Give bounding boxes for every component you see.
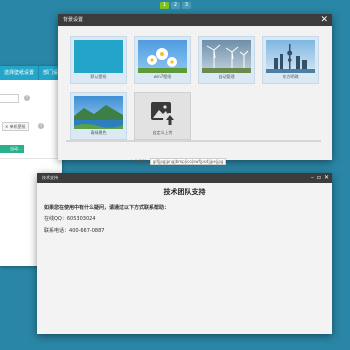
support-intro: 如果您在使用中有什么疑问，请通过以下方式联系帮助：: [44, 204, 169, 211]
wallpaper-tile-wind[interactable]: 自动管理: [198, 36, 255, 84]
auto-option[interactable]: 自动...: [0, 145, 24, 153]
window-controls: – ▫ ✕: [311, 173, 329, 183]
tab-wallpaper-settings[interactable]: 选择壁纸设置: [0, 66, 38, 80]
close-icon[interactable]: ✕: [324, 173, 329, 183]
phone-value: 400-667-0887: [69, 228, 105, 234]
wind-turbines-photo-icon: [202, 40, 251, 73]
wallpaper-tile-win7[interactable]: win7壁纸: [134, 36, 191, 84]
qq-value: 605303024: [66, 216, 96, 222]
tile-label: 默认壁纸: [90, 74, 107, 79]
page-1-button[interactable]: 1: [160, 2, 169, 9]
phone-row: 联系电话：400-667-0887: [44, 227, 104, 234]
upload-type-field: 上传类型 gif|jpg|png|bmp|ico|swf|psd|jpe|jpg: [130, 158, 227, 166]
phone-label: 联系电话：: [44, 228, 70, 234]
wallpaper-tag-label: 单机壁纸: [9, 124, 26, 129]
qq-row: 在线QQ：605303024: [44, 215, 96, 222]
settings-input[interactable]: [0, 94, 19, 103]
tile-label: 自动管理: [218, 74, 235, 79]
background-picker-window: 背景设置 ✕ 默认壁纸 win7壁纸 自动管理 东方明珠 青绿景色 自定义上传: [58, 14, 332, 160]
city-skyline-photo-icon: [266, 40, 315, 73]
tech-support-window: 技术支持 – ▫ ✕ 技术团队支持 如果您在使用中有什么疑问，请通过以下方式联系…: [37, 173, 332, 334]
upload-type-input[interactable]: gif|jpg|png|bmp|ico|swf|psd|jpe|jpg: [149, 158, 227, 165]
picker-titlebar[interactable]: 背景设置 ✕: [58, 14, 332, 26]
help-icon[interactable]: ?: [38, 123, 44, 129]
divider: [0, 158, 62, 159]
blank-wallpaper-icon: [74, 40, 123, 73]
tile-label: 青绿景色: [90, 130, 107, 135]
lake-scenery-photo-icon: [74, 96, 123, 129]
tile-label: 自定义上传: [152, 130, 173, 135]
tile-label: 东方明珠: [282, 74, 299, 79]
wallpaper-tag[interactable]: ✕ 单机壁纸: [2, 122, 29, 131]
support-heading: 技术团队支持: [163, 188, 206, 196]
picker-footer-strip: [66, 140, 321, 142]
page-indicator: 1 2 3: [160, 2, 191, 9]
support-title: 技术支持: [42, 175, 58, 180]
settings-tab-bar: 选择壁纸设置 部门设: [0, 66, 62, 80]
page-3-button[interactable]: 3: [182, 2, 191, 9]
support-intro-text: 如果您在使用中有什么疑问，请通过以下方式联系帮助：: [44, 205, 170, 211]
upload-type-label: 上传类型: [130, 159, 146, 164]
minimize-icon[interactable]: –: [311, 173, 314, 183]
maximize-icon[interactable]: ▫: [317, 173, 321, 183]
daisy-photo-icon: [138, 40, 187, 73]
upload-image-icon: [138, 96, 187, 129]
close-icon[interactable]: ✕: [320, 14, 328, 26]
page-2-button[interactable]: 2: [171, 2, 180, 9]
wallpaper-tile-pearl-tower[interactable]: 东方明珠: [262, 36, 319, 84]
support-titlebar[interactable]: 技术支持 – ▫ ✕: [37, 173, 332, 183]
wallpaper-tile-default[interactable]: 默认壁纸: [70, 36, 127, 84]
wallpaper-tile-upload[interactable]: 自定义上传: [134, 92, 191, 140]
picker-title: 背景设置: [63, 17, 84, 23]
wallpaper-tile-scenery[interactable]: 青绿景色: [70, 92, 127, 140]
tile-label: win7壁纸: [153, 74, 172, 79]
qq-label: 在线QQ：: [44, 216, 67, 222]
help-icon[interactable]: ?: [24, 95, 30, 101]
